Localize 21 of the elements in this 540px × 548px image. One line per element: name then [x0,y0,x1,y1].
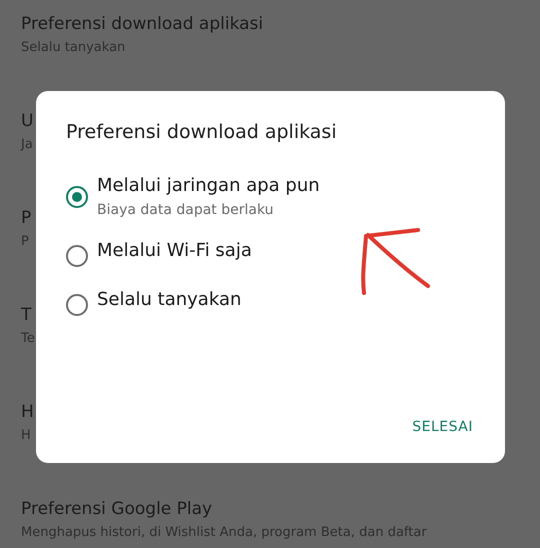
setting-title: P [21,208,32,228]
radio-button[interactable] [66,186,88,208]
option-label: Melalui jaringan apa pun [97,175,320,196]
setting-title: Preferensi Google Play [21,499,212,519]
setting-subtitle: Selalu tanyakan [21,40,126,55]
done-button[interactable]: SELESAI [404,411,481,443]
setting-subtitle: Menghapus histori, di Wishlist Anda, program Beta, dan daftar [21,525,427,540]
setting-subtitle: P [21,234,29,249]
setting-title: T [21,305,32,325]
dialog-title: Preferensi download aplikasi [66,121,338,143]
setting-subtitle: Ja [21,137,33,152]
radio-button[interactable] [66,294,88,316]
setting-title: H [21,402,34,422]
setting-title: U [21,111,34,131]
radio-button[interactable] [66,245,88,267]
option-label: Selalu tanyakan [97,289,242,310]
setting-subtitle: Te [21,331,35,346]
setting-subtitle: H [21,428,31,443]
setting-title: Preferensi download aplikasi [21,14,264,34]
option-label: Melalui Wi-Fi saja [97,240,252,261]
option-description: Biaya data dapat berlaku [97,202,274,218]
